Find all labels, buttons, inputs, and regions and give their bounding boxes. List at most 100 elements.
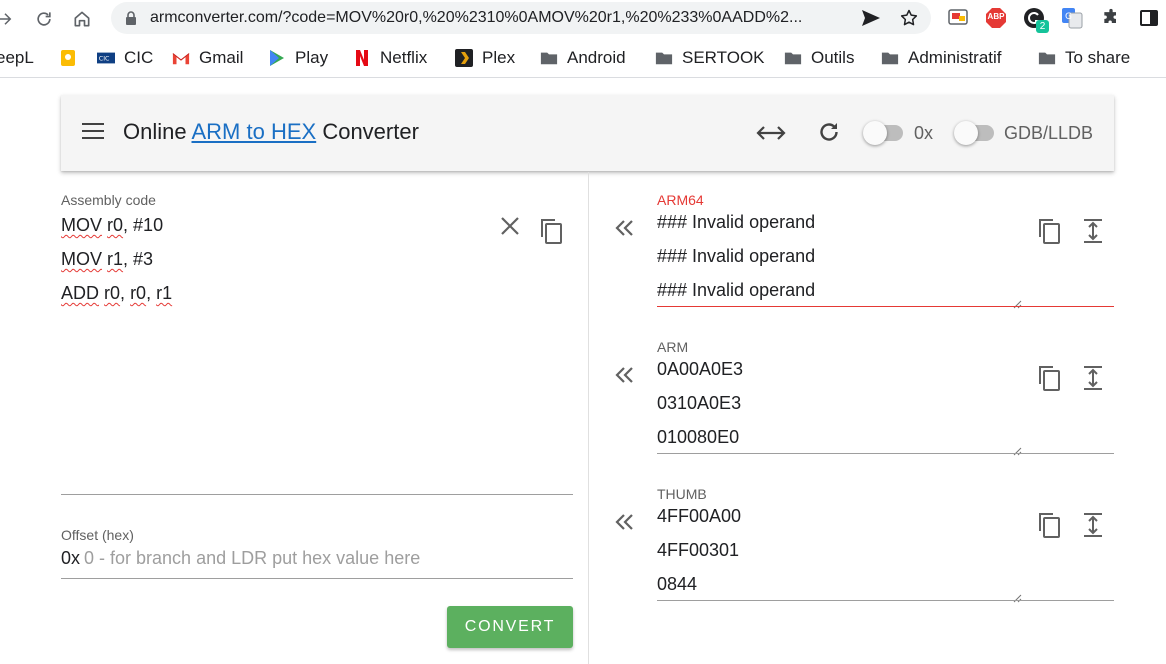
netflix-icon [353,49,371,67]
spellcheck-token: MOV [61,215,103,235]
send-to-input-icon[interactable] [614,365,636,390]
resize-handle-icon[interactable] [1012,296,1022,314]
spellcheck-token: r0 [107,215,124,235]
arm-output-textarea[interactable]: 0A00A0E3 0310A0E3 010080E0 [657,352,743,454]
bookmark-label: Gmail [199,48,244,67]
bookmark-label: Android [567,48,626,67]
spellcheck-token: r0 [130,283,147,303]
offset-prefix: 0x [61,548,81,568]
home-icon[interactable] [68,0,96,38]
output-line: 4FF00A00 [657,506,742,526]
expand-vertical-icon[interactable] [1081,365,1105,396]
folder-icon [784,49,802,67]
expand-vertical-icon[interactable] [1081,512,1105,543]
toggle-knob [863,121,887,145]
svg-text:CIC: CIC [99,56,110,63]
bookmark-label: Administratif [908,48,1002,67]
reload-icon[interactable] [30,0,58,38]
cast-extension-icon[interactable] [946,6,970,30]
arm64-output-textarea[interactable]: ### Invalid operand ### Invalid operand ##… [657,205,815,307]
title-prefix: Online [123,119,192,144]
code-line: MOV r0, #10 [61,208,172,242]
bookmark-label: Play [295,48,329,67]
spellcheck-token: r1 [107,249,124,269]
convert-button[interactable]: CONVERT [447,606,573,648]
code-token: , [120,283,131,303]
bookmark-android[interactable]: Android [540,38,626,78]
bookmark-star-icon[interactable] [899,8,919,33]
output-line: 0844 [657,574,698,594]
hex-prefix-toggle[interactable] [863,121,903,145]
bookmark-netflix[interactable]: Netflix [353,38,427,78]
extensions-puzzle-icon[interactable] [1099,6,1123,30]
offset-input[interactable]: 0x 0 - for branch and LDR put hex value h… [61,548,420,569]
forward-icon[interactable] [0,0,16,38]
url-text[interactable]: armconverter.com/?code=MOV%20r0,%20%2310… [150,2,850,34]
output-line: ### Invalid operand [657,246,816,266]
bookmark-label: CIC [124,48,154,67]
bookmark-sertook[interactable]: SERTOOK [655,38,765,78]
assembly-code-textarea[interactable]: MOV r0, #10 MOV r1, #3 ADD r0, r0, r1 [61,208,172,310]
thumb-underline [657,600,1114,601]
lock-icon [125,11,137,30]
panel-divider [588,172,589,664]
copy-icon[interactable] [1036,364,1062,397]
offset-label: Offset (hex) [61,527,134,543]
thumb-output-textarea[interactable]: 4FF00A00 4FF00301 0844 [657,499,741,601]
bookmark-deepl[interactable]: eepL [0,38,34,78]
spellcheck-token: r1 [156,283,173,303]
translate-icon[interactable]: G [1060,6,1084,30]
send-tab-icon[interactable] [861,9,881,32]
bookmark-label: SERTOOK [682,48,765,67]
bookmark-label: To share [1065,48,1131,67]
grammarly-icon[interactable]: 2 [1022,6,1049,33]
menu-icon[interactable] [82,122,106,145]
title-link[interactable]: ARM to HEX [192,119,317,144]
bookmark-plex[interactable]: Plex [455,38,515,78]
output-line: ### Invalid operand [657,212,816,232]
expand-vertical-icon[interactable] [1081,218,1105,249]
spellcheck-token: MOV [61,249,103,269]
keep-icon [59,49,77,67]
offset-underline [61,578,573,579]
omnibox[interactable]: armconverter.com/?code=MOV%20r0,%20%2310… [111,2,931,34]
play-icon [268,49,286,67]
bookmark-gmail[interactable]: Gmail [172,38,243,78]
send-to-input-icon[interactable] [614,218,636,243]
code-token: , #10 [123,215,164,235]
folder-icon [540,49,558,67]
bookmark-keep[interactable] [59,38,86,78]
bookmarks-bar: eepL CIC CIC Gmail Play Netflix Plex And… [0,38,1166,78]
folder-icon [1038,49,1056,67]
adblock-icon[interactable]: ABP [984,6,1008,30]
send-to-input-icon[interactable] [614,512,636,537]
bookmark-to-share[interactable]: To share [1038,38,1130,78]
output-line: 0A00A0E3 [657,359,744,379]
resize-handle-icon[interactable] [1012,443,1022,461]
bookmark-label: Outils [811,48,855,67]
side-panel-icon[interactable] [1137,6,1161,30]
refresh-icon[interactable] [817,120,841,149]
output-line: 010080E0 [657,427,740,447]
bookmark-outils[interactable]: Outils [784,38,854,78]
output-line: 4FF00301 [657,540,740,560]
debugger-toggle[interactable] [954,121,994,145]
offset-placeholder: 0 - for branch and LDR put hex value her… [84,548,421,568]
code-line: ADD r0, r0, r1 [61,276,172,310]
copy-icon[interactable] [1036,511,1062,544]
swap-direction-icon[interactable] [756,121,786,150]
bookmark-cic[interactable]: CIC CIC [97,38,153,78]
copy-icon[interactable] [538,217,564,250]
svg-text:G: G [1065,12,1072,22]
debugger-label: GDB/LLDB [1004,123,1094,143]
arm64-underline [657,306,1114,307]
spellcheck-token: ADD [61,283,100,303]
bookmark-administratif[interactable]: Administratif [881,38,1002,78]
copy-icon[interactable] [1036,217,1062,250]
output-line: ### Invalid operand [657,280,816,300]
clear-icon[interactable] [498,214,522,243]
resize-handle-icon[interactable] [1012,590,1022,608]
bookmark-label: Plex [482,48,516,67]
bookmark-play[interactable]: Play [268,38,328,78]
grammarly-badge: 2 [1036,20,1049,33]
